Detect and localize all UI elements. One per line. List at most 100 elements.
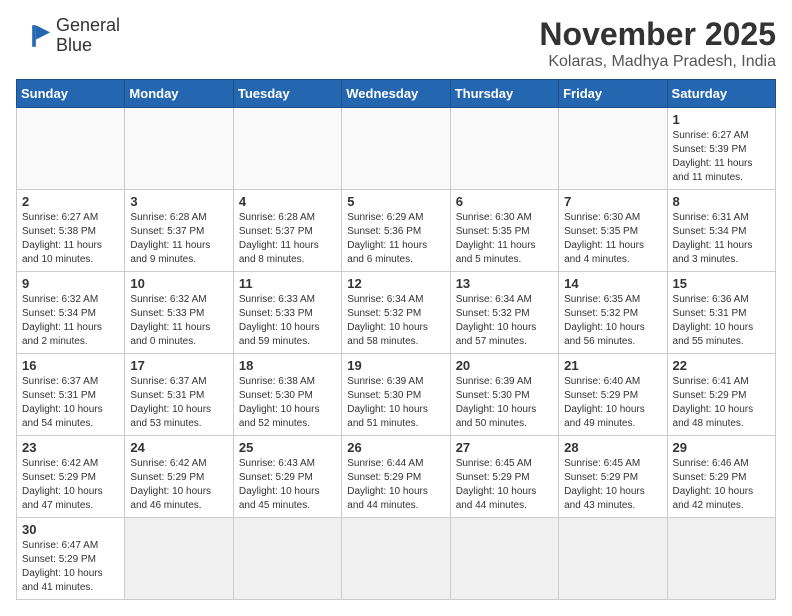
calendar-cell: 30 Sunrise: 6:47 AM Sunset: 5:29 PM Dayli… bbox=[17, 518, 125, 600]
day-info: Sunrise: 6:42 AM Sunset: 5:29 PM Dayligh… bbox=[130, 457, 227, 513]
calendar-cell: 10 Sunrise: 6:32 AM Sunset: 5:33 PM Dayli… bbox=[125, 272, 233, 354]
day-number: 19 bbox=[347, 358, 444, 373]
col-header-sunday: Sunday bbox=[17, 80, 125, 108]
calendar-cell: 4 Sunrise: 6:28 AM Sunset: 5:37 PM Daylig… bbox=[233, 190, 341, 272]
day-number: 4 bbox=[239, 194, 336, 209]
calendar-cell bbox=[342, 108, 450, 190]
col-header-friday: Friday bbox=[559, 80, 667, 108]
calendar-cell: 17Sunrise: 6:37 AM Sunset: 5:31 PM Dayli… bbox=[125, 354, 233, 436]
day-info: Sunrise: 6:28 AM Sunset: 5:37 PM Dayligh… bbox=[130, 211, 227, 267]
day-info: Sunrise: 6:37 AM Sunset: 5:31 PM Dayligh… bbox=[22, 375, 119, 431]
day-number: 20 bbox=[456, 358, 553, 373]
calendar-cell bbox=[233, 518, 341, 600]
calendar-cell bbox=[233, 108, 341, 190]
day-number: 24 bbox=[130, 440, 227, 455]
day-info: Sunrise: 6:37 AM Sunset: 5:31 PM Dayligh… bbox=[130, 375, 227, 431]
month-title: November 2025 bbox=[539, 16, 776, 53]
calendar-week-5: 30 Sunrise: 6:47 AM Sunset: 5:29 PM Dayli… bbox=[17, 518, 776, 600]
day-number: 15 bbox=[673, 276, 770, 291]
day-info: Sunrise: 6:41 AM Sunset: 5:29 PM Dayligh… bbox=[673, 375, 770, 431]
calendar-cell: 18 Sunrise: 6:38 AM Sunset: 5:30 PM Dayli… bbox=[233, 354, 341, 436]
calendar-cell bbox=[450, 518, 558, 600]
day-info: Sunrise: 6:47 AM Sunset: 5:29 PM Dayligh… bbox=[22, 539, 119, 595]
day-number: 7 bbox=[564, 194, 661, 209]
calendar-week-0: 1Sunrise: 6:27 AM Sunset: 5:39 PM Daylig… bbox=[17, 108, 776, 190]
calendar-week-2: 9Sunrise: 6:32 AM Sunset: 5:34 PM Daylig… bbox=[17, 272, 776, 354]
calendar-week-4: 23 Sunrise: 6:42 AM Sunset: 5:29 PM Dayli… bbox=[17, 436, 776, 518]
logo-line1: General bbox=[56, 16, 120, 36]
calendar: SundayMondayTuesdayWednesdayThursdayFrid… bbox=[16, 79, 776, 600]
day-info: Sunrise: 6:39 AM Sunset: 5:30 PM Dayligh… bbox=[347, 375, 444, 431]
calendar-header-row: SundayMondayTuesdayWednesdayThursdayFrid… bbox=[17, 80, 776, 108]
calendar-cell bbox=[17, 108, 125, 190]
logo-icon bbox=[16, 18, 52, 54]
calendar-cell: 9Sunrise: 6:32 AM Sunset: 5:34 PM Daylig… bbox=[17, 272, 125, 354]
day-info: Sunrise: 6:44 AM Sunset: 5:29 PM Dayligh… bbox=[347, 457, 444, 513]
calendar-cell: 24 Sunrise: 6:42 AM Sunset: 5:29 PM Dayli… bbox=[125, 436, 233, 518]
day-number: 27 bbox=[456, 440, 553, 455]
calendar-cell: 11 Sunrise: 6:33 AM Sunset: 5:33 PM Dayli… bbox=[233, 272, 341, 354]
day-info: Sunrise: 6:36 AM Sunset: 5:31 PM Dayligh… bbox=[673, 293, 770, 349]
day-number: 2 bbox=[22, 194, 119, 209]
calendar-cell: 2 Sunrise: 6:27 AM Sunset: 5:38 PM Daylig… bbox=[17, 190, 125, 272]
col-header-wednesday: Wednesday bbox=[342, 80, 450, 108]
day-info: Sunrise: 6:33 AM Sunset: 5:33 PM Dayligh… bbox=[239, 293, 336, 349]
calendar-cell: 23 Sunrise: 6:42 AM Sunset: 5:29 PM Dayli… bbox=[17, 436, 125, 518]
calendar-cell: 20 Sunrise: 6:39 AM Sunset: 5:30 PM Dayli… bbox=[450, 354, 558, 436]
day-number: 25 bbox=[239, 440, 336, 455]
calendar-cell: 12Sunrise: 6:34 AM Sunset: 5:32 PM Dayli… bbox=[342, 272, 450, 354]
day-number: 5 bbox=[347, 194, 444, 209]
day-info: Sunrise: 6:28 AM Sunset: 5:37 PM Dayligh… bbox=[239, 211, 336, 267]
day-info: Sunrise: 6:35 AM Sunset: 5:32 PM Dayligh… bbox=[564, 293, 661, 349]
day-info: Sunrise: 6:34 AM Sunset: 5:32 PM Dayligh… bbox=[456, 293, 553, 349]
calendar-cell: 28Sunrise: 6:45 AM Sunset: 5:29 PM Dayli… bbox=[559, 436, 667, 518]
day-info: Sunrise: 6:38 AM Sunset: 5:30 PM Dayligh… bbox=[239, 375, 336, 431]
day-number: 16 bbox=[22, 358, 119, 373]
day-number: 11 bbox=[239, 276, 336, 291]
calendar-cell: 29Sunrise: 6:46 AM Sunset: 5:29 PM Dayli… bbox=[667, 436, 775, 518]
day-info: Sunrise: 6:29 AM Sunset: 5:36 PM Dayligh… bbox=[347, 211, 444, 267]
page-header: General Blue November 2025 Kolaras, Madh… bbox=[16, 16, 776, 71]
day-info: Sunrise: 6:32 AM Sunset: 5:34 PM Dayligh… bbox=[22, 293, 119, 349]
day-number: 30 bbox=[22, 522, 119, 537]
calendar-cell: 22Sunrise: 6:41 AM Sunset: 5:29 PM Dayli… bbox=[667, 354, 775, 436]
calendar-week-3: 16 Sunrise: 6:37 AM Sunset: 5:31 PM Dayli… bbox=[17, 354, 776, 436]
calendar-cell bbox=[450, 108, 558, 190]
day-number: 13 bbox=[456, 276, 553, 291]
calendar-cell bbox=[125, 518, 233, 600]
day-number: 8 bbox=[673, 194, 770, 209]
day-number: 3 bbox=[130, 194, 227, 209]
logo-line2: Blue bbox=[56, 36, 120, 56]
day-info: Sunrise: 6:34 AM Sunset: 5:32 PM Dayligh… bbox=[347, 293, 444, 349]
day-info: Sunrise: 6:27 AM Sunset: 5:39 PM Dayligh… bbox=[673, 129, 770, 185]
location-title: Kolaras, Madhya Pradesh, India bbox=[539, 53, 776, 71]
calendar-cell: 3 Sunrise: 6:28 AM Sunset: 5:37 PM Daylig… bbox=[125, 190, 233, 272]
calendar-cell bbox=[342, 518, 450, 600]
calendar-cell: 19 Sunrise: 6:39 AM Sunset: 5:30 PM Dayli… bbox=[342, 354, 450, 436]
day-info: Sunrise: 6:27 AM Sunset: 5:38 PM Dayligh… bbox=[22, 211, 119, 267]
calendar-cell: 15 Sunrise: 6:36 AM Sunset: 5:31 PM Dayli… bbox=[667, 272, 775, 354]
day-info: Sunrise: 6:40 AM Sunset: 5:29 PM Dayligh… bbox=[564, 375, 661, 431]
logo-text: General Blue bbox=[56, 16, 120, 56]
col-header-monday: Monday bbox=[125, 80, 233, 108]
day-number: 26 bbox=[347, 440, 444, 455]
calendar-cell bbox=[559, 518, 667, 600]
day-number: 10 bbox=[130, 276, 227, 291]
day-number: 28 bbox=[564, 440, 661, 455]
day-number: 18 bbox=[239, 358, 336, 373]
day-number: 21 bbox=[564, 358, 661, 373]
day-info: Sunrise: 6:32 AM Sunset: 5:33 PM Dayligh… bbox=[130, 293, 227, 349]
day-info: Sunrise: 6:39 AM Sunset: 5:30 PM Dayligh… bbox=[456, 375, 553, 431]
day-info: Sunrise: 6:42 AM Sunset: 5:29 PM Dayligh… bbox=[22, 457, 119, 513]
calendar-cell: 6Sunrise: 6:30 AM Sunset: 5:35 PM Daylig… bbox=[450, 190, 558, 272]
calendar-cell: 16 Sunrise: 6:37 AM Sunset: 5:31 PM Dayli… bbox=[17, 354, 125, 436]
day-number: 23 bbox=[22, 440, 119, 455]
title-area: November 2025 Kolaras, Madhya Pradesh, I… bbox=[539, 16, 776, 71]
calendar-cell: 14Sunrise: 6:35 AM Sunset: 5:32 PM Dayli… bbox=[559, 272, 667, 354]
col-header-tuesday: Tuesday bbox=[233, 80, 341, 108]
calendar-cell: 26 Sunrise: 6:44 AM Sunset: 5:29 PM Dayli… bbox=[342, 436, 450, 518]
day-info: Sunrise: 6:45 AM Sunset: 5:29 PM Dayligh… bbox=[456, 457, 553, 513]
calendar-cell bbox=[125, 108, 233, 190]
day-info: Sunrise: 6:30 AM Sunset: 5:35 PM Dayligh… bbox=[564, 211, 661, 267]
calendar-cell: 27 Sunrise: 6:45 AM Sunset: 5:29 PM Dayli… bbox=[450, 436, 558, 518]
